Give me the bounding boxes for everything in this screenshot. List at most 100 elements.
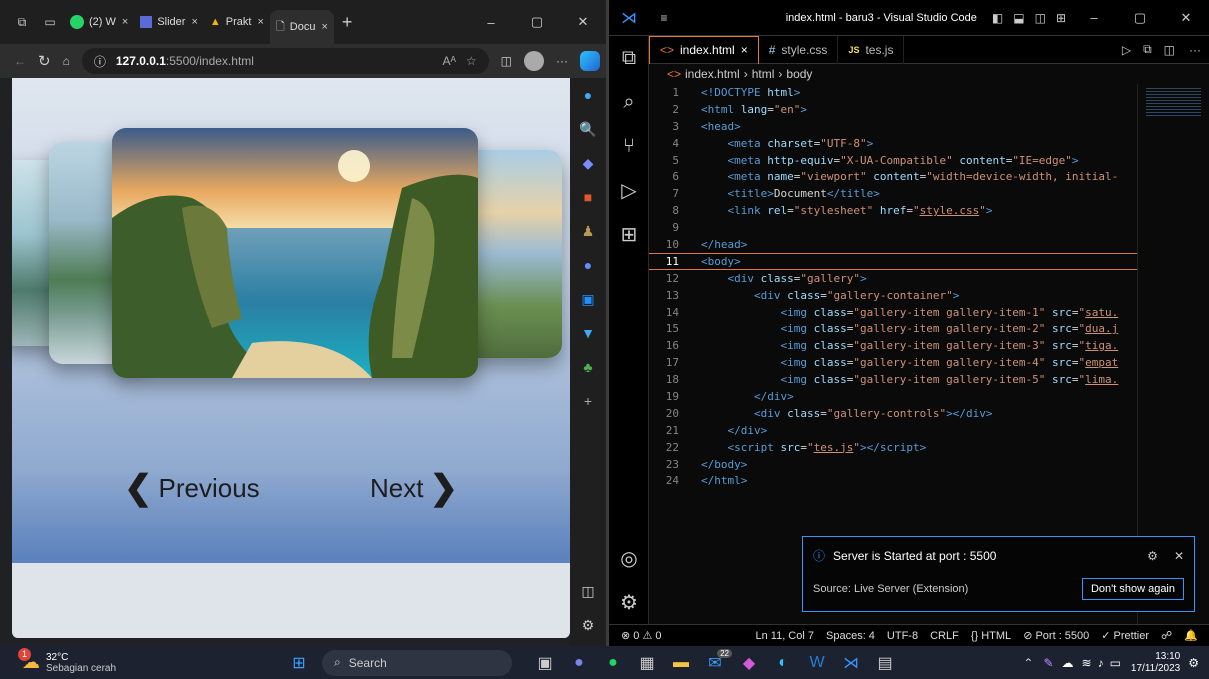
outlook-icon[interactable]: ▣ [570,282,606,316]
browser-tab-drive[interactable]: ▲ Prakt × [204,7,270,37]
dont-show-again-button[interactable]: Don't show again [1081,578,1184,600]
source-control-icon[interactable]: ⑂ [609,124,649,168]
more-menu-icon[interactable]: ··· [556,54,568,68]
close-icon[interactable]: × [741,43,748,57]
extensions-icon[interactable]: ⊞ [609,212,649,256]
mail-icon[interactable]: ✉ 22 [698,646,732,679]
layout-panel-icon[interactable]: ⬓ [1013,11,1024,25]
briefcase-icon[interactable]: ■ [570,180,606,214]
code-line[interactable]: 4 <meta charset="UTF-8"> [649,135,1137,152]
send-icon[interactable]: ▼ [570,316,606,350]
explorer-icon[interactable]: ⧉ [609,36,649,80]
weather-widget[interactable]: ☁ 1 32°C Sebagian cerah [0,648,170,674]
clock[interactable]: 13:10 17/11/2023 [1131,651,1180,675]
onedrive-icon[interactable]: ☁ [1062,656,1074,670]
breadcrumb-html[interactable]: html [752,67,775,81]
indentation[interactable]: Spaces: 4 [826,630,875,642]
code-line[interactable]: 7 <title>Document</title> [649,185,1137,202]
refresh-icon[interactable]: ↻ [38,52,51,70]
tab-index-html[interactable]: <> index.html × [649,35,759,64]
spotify-icon[interactable]: ● [596,646,630,679]
browser-tab-whatsapp[interactable]: (2) W × [64,7,134,37]
wifi-icon[interactable]: ≋ [1082,656,1092,670]
maximize-button[interactable]: ▢ [1117,10,1163,26]
code-line[interactable]: 6 <meta name="viewport" content="width=d… [649,168,1137,185]
new-tab-button[interactable]: + [342,12,353,33]
teams-icon[interactable]: ● [562,646,596,679]
open-preview-icon[interactable]: ⧉ [1143,42,1152,57]
code-line[interactable]: 20 <div class="gallery-controls"></div> [649,405,1137,422]
browser-tab-document[interactable]: 🗋 Docu × [269,10,334,44]
customize-layout-icon[interactable]: ⊞ [1056,11,1066,25]
sidebar-toggle-icon[interactable]: ◫ [570,574,606,608]
close-icon[interactable]: × [191,16,197,28]
previous-button[interactable]: ❮ Previous [124,468,260,508]
settings-icon[interactable]: ⚙ [570,608,606,642]
pen-icon[interactable]: ✎ [1043,656,1053,670]
code-line[interactable]: 23 </body> [649,456,1137,473]
home-icon[interactable]: ⌂ [63,54,70,68]
live-server-port[interactable]: ⊘ Port : 5500 [1023,629,1089,642]
code-line[interactable]: 1 <!DOCTYPE html> [649,84,1137,101]
code-line[interactable]: 19 </div> [649,388,1137,405]
maximize-button[interactable]: ▢ [514,14,560,30]
games-icon[interactable]: ♟ [570,214,606,248]
tab-style-css[interactable]: # style.css [759,35,839,64]
code-line[interactable]: 22 <script src="tes.js"></script> [649,439,1137,456]
run-debug-icon[interactable]: ▷ [609,168,649,212]
breadcrumb-file[interactable]: index.html [685,67,740,81]
tag-icon[interactable]: ◆ [570,146,606,180]
split-editor-icon[interactable]: ◫ [1164,43,1175,57]
vscode-icon[interactable]: ⋊ [834,646,868,679]
url-field[interactable]: ⓘ 127.0.0.1:5500/index.html Aᴬ ☆ [81,48,489,74]
workspaces-icon[interactable]: ⧉ [8,15,36,30]
add-icon[interactable]: + [570,384,606,418]
code-line[interactable]: 11 <body> [649,252,1137,270]
prettier-status[interactable]: ✓ Prettier [1101,629,1149,642]
tree-icon[interactable]: ♣ [570,350,606,384]
layout-secondary-icon[interactable]: ◫ [1035,11,1046,25]
next-button[interactable]: Next ❯ [370,468,458,508]
cursor-position[interactable]: Ln 11, Col 7 [755,630,814,642]
search-icon[interactable]: 🔍 [570,112,606,146]
code-line[interactable]: 2 <html lang="en"> [649,101,1137,118]
line-ending[interactable]: CRLF [930,630,959,642]
gallery-item-3[interactable] [112,128,478,378]
taskbar-search[interactable]: ⌕ Search [322,649,512,676]
close-window-button[interactable]: ✕ [1163,10,1209,26]
battery-icon[interactable]: ▭ [1110,656,1121,670]
manage-gear-icon[interactable]: ⚙ [609,580,649,624]
info-icon[interactable]: ⓘ [94,53,106,70]
close-icon[interactable]: × [257,16,263,28]
account-icon[interactable]: ◎ [609,536,649,580]
start-icon[interactable]: ⊞ [282,646,316,679]
code-line[interactable]: 13 <div class="gallery-container"> [649,287,1137,304]
encoding[interactable]: UTF-8 [887,630,918,642]
chevron-up-icon[interactable]: ⌃ [1023,656,1033,670]
notifications-icon[interactable]: 🔔 [1184,629,1198,642]
code-editor[interactable]: 1 <!DOCTYPE html> 2 <html lang="en"> 3 <head>… [649,84,1137,494]
code-line[interactable]: 3 <head> [649,118,1137,135]
code-line[interactable]: 21 </div> [649,422,1137,439]
word-icon[interactable]: W [800,646,834,679]
office-icon[interactable]: ● [570,248,606,282]
layout-sidebar-icon[interactable]: ◧ [992,11,1003,25]
notification-center-icon[interactable]: ⚙ [1188,656,1199,670]
back-icon[interactable]: ← [14,54,26,68]
close-icon[interactable]: × [122,16,128,28]
menu-icon[interactable]: ≡ [649,11,679,25]
language-mode[interactable]: {} HTML [971,630,1011,642]
bell-icon[interactable]: ● [570,78,606,112]
run-icon[interactable]: ▷ [1122,43,1131,57]
office-icon[interactable]: ◆ [732,646,766,679]
split-screen-icon[interactable]: ◫ [501,54,512,68]
code-line[interactable]: 8 <link rel="stylesheet" href="style.css… [649,202,1137,219]
minimize-button[interactable]: – [1071,10,1117,25]
code-line[interactable]: 18 <img class="gallery-item gallery-item… [649,371,1137,388]
code-line[interactable]: 14 <img class="gallery-item gallery-item… [649,304,1137,321]
file-explorer-icon[interactable]: ▬ [664,646,698,679]
task-view-icon[interactable]: ▣ [528,646,562,679]
edge-icon[interactable]: ◐ [766,646,800,679]
read-aloud-icon[interactable]: Aᴬ [442,54,455,68]
code-line[interactable]: 15 <img class="gallery-item gallery-item… [649,320,1137,337]
